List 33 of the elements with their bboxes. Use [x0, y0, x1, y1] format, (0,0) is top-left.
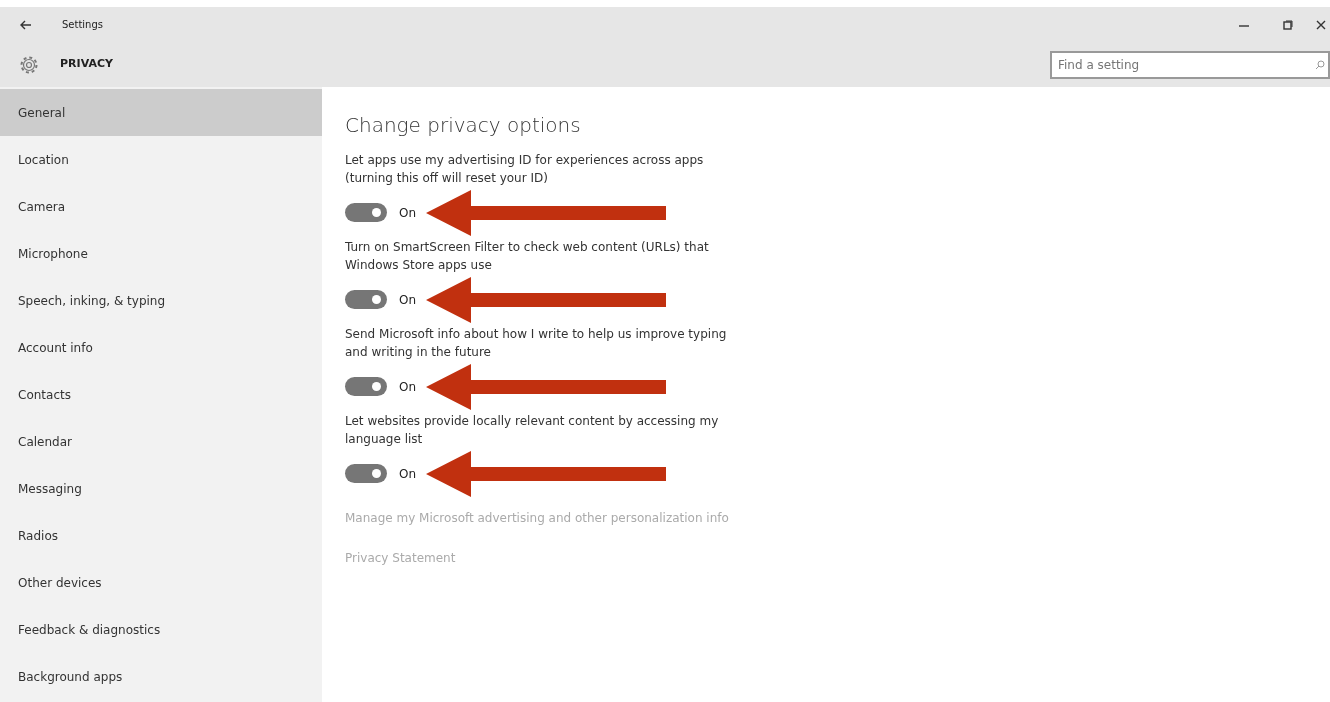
sidebar-item[interactable]: Messaging — [0, 465, 322, 512]
sidebar-item[interactable]: Location — [0, 136, 322, 183]
sidebar-item[interactable]: Other devices — [0, 559, 322, 606]
toggle-switch[interactable] — [345, 290, 387, 309]
toggle-state-label: On — [399, 378, 417, 396]
toggle-switch[interactable] — [345, 464, 387, 483]
search-field[interactable]: Find a setting — [1050, 50, 1330, 79]
section-heading: Change privacy options — [345, 113, 582, 137]
sidebar-item[interactable]: General — [0, 89, 322, 136]
setting-description: Turn on SmartScreen Filter to check web content (URLs) that Windows Store apps use — [345, 239, 710, 274]
toggle-switch[interactable] — [345, 203, 387, 222]
sidebar-item[interactable]: Microphone — [0, 230, 322, 277]
setting-description: Let websites provide locally relevant content by accessing my language list — [345, 413, 720, 448]
back-arrow-icon[interactable] — [20, 19, 32, 30]
window-title: Settings — [62, 18, 103, 32]
sidebar-item[interactable]: Calendar — [0, 418, 322, 465]
close-icon — [1316, 20, 1326, 30]
sidebar-item[interactable]: Feedback & diagnostics — [0, 606, 322, 653]
restore-icon — [1283, 20, 1293, 30]
toggle-switch[interactable] — [345, 377, 387, 396]
sidebar-item[interactable]: Camera — [0, 183, 322, 230]
sidebar-item[interactable]: Account info — [0, 324, 322, 371]
page-title: PRIVACY — [60, 56, 113, 73]
toggle-state-label: On — [399, 465, 417, 483]
setting-description: Let apps use my advertising ID for experiences across apps (turning this off will reset your ID) — [345, 152, 705, 187]
setting-description: Send Microsoft info about how I write to help us improve typing and writing in the future — [345, 326, 728, 361]
sidebar-item[interactable]: Speech, inking, & typing — [0, 277, 322, 324]
toggle-state-label: On — [399, 204, 417, 222]
search-icon[interactable] — [1315, 59, 1325, 70]
toggle-state-label: On — [399, 291, 417, 309]
sidebar-item[interactable]: Contacts — [0, 371, 322, 418]
sidebar-item[interactable]: Radios — [0, 512, 322, 559]
sidebar-item[interactable]: Background apps — [0, 653, 322, 700]
